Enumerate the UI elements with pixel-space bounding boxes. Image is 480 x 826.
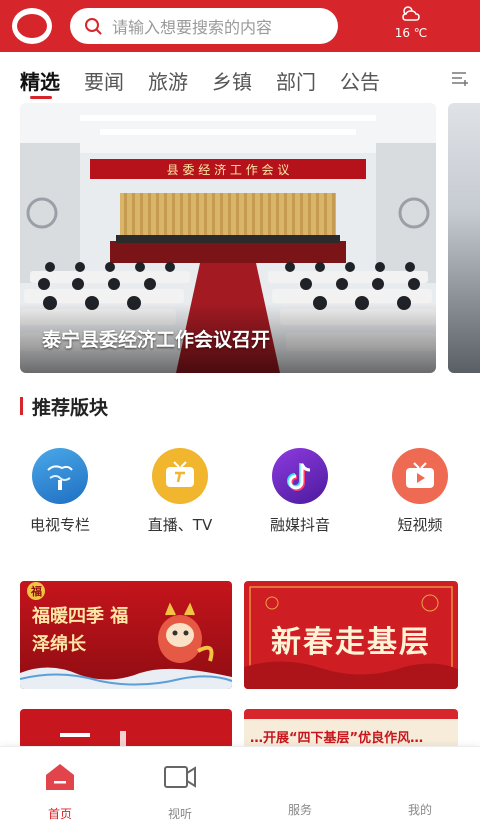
bottom-navigation: 首页 视听 服务 我的 bbox=[0, 746, 480, 826]
search-placeholder: 请输入想要搜索的内容 bbox=[112, 18, 273, 37]
headline-banner[interactable]: 县 委 经 济 工 作 会 议 泰宁县委经济工作会议召开 bbox=[20, 103, 436, 373]
weather-temperature: 16 ℃ bbox=[394, 26, 428, 40]
card2-title: 新春走基层 bbox=[271, 625, 431, 660]
nav-label: 首页 bbox=[47, 807, 72, 821]
short-video-icon bbox=[392, 448, 448, 504]
shortcut-tiktok[interactable]: 融媒抖音 bbox=[250, 448, 350, 535]
video-icon bbox=[164, 766, 196, 788]
card1-seal: 福 bbox=[31, 585, 42, 598]
tab-news[interactable]: 要闻 bbox=[84, 66, 124, 95]
banner-headline: 泰宁县委经济工作会议召开 bbox=[42, 329, 271, 351]
shortcut-label: 融媒抖音 bbox=[269, 516, 330, 534]
card4-title: …开展“四下基层”优良作风… bbox=[250, 731, 424, 746]
active-tab-indicator bbox=[30, 96, 52, 99]
channel-menu-icon[interactable] bbox=[450, 68, 470, 88]
promo-card-blessing[interactable]: 福 福暖四季 福泽绵长 bbox=[20, 581, 232, 689]
card3-art bbox=[20, 709, 232, 749]
tiktok-icon bbox=[272, 448, 328, 504]
live-tv-icon bbox=[152, 448, 208, 504]
shortcut-tv-column[interactable]: 电视专栏 bbox=[10, 448, 110, 535]
nav-label: 我的 bbox=[407, 803, 432, 817]
section-accent-bar bbox=[20, 397, 23, 415]
shortcut-label: 直播、TV bbox=[147, 516, 213, 534]
tab-towns[interactable]: 乡镇 bbox=[212, 66, 252, 95]
tab-tourism[interactable]: 旅游 bbox=[148, 66, 188, 95]
promo-card-new-year[interactable]: 新春走基层 bbox=[244, 581, 458, 689]
section-title: 推荐版块 bbox=[32, 397, 109, 419]
logo-mark bbox=[17, 14, 47, 38]
stage-banner-text: 县 委 经 济 工 作 会 议 bbox=[167, 162, 290, 177]
card1-title: 福暖四季 福泽绵长 bbox=[32, 606, 129, 655]
tab-featured[interactable]: 精选 bbox=[20, 66, 60, 95]
nav-label: 视听 bbox=[167, 807, 192, 821]
weather-widget[interactable]: 16 ℃ bbox=[388, 4, 434, 48]
nav-service[interactable]: 服务 bbox=[260, 761, 340, 818]
app-logo[interactable] bbox=[12, 8, 52, 44]
nav-label: 服务 bbox=[287, 803, 312, 817]
shortcut-label: 短视频 bbox=[397, 516, 443, 534]
top-header: 请输入想要搜索的内容 16 ℃ bbox=[0, 0, 480, 52]
weather-cloudy-icon bbox=[402, 6, 420, 21]
shortcut-label: 电视专栏 bbox=[29, 516, 90, 534]
nav-video[interactable]: 视听 bbox=[140, 761, 220, 822]
tab-announcements[interactable]: 公告 bbox=[340, 66, 380, 95]
service-icon bbox=[282, 761, 318, 793]
category-tabs: 精选 要闻 旅游 乡镇 部门 公告 bbox=[0, 52, 480, 104]
shortcut-short-video[interactable]: 短视频 bbox=[370, 448, 470, 535]
promo-card-3[interactable] bbox=[20, 709, 232, 749]
tab-departments[interactable]: 部门 bbox=[276, 66, 316, 95]
nav-profile[interactable]: 我的 bbox=[380, 761, 460, 818]
shortcut-live-tv[interactable]: 直播、TV bbox=[130, 448, 230, 535]
recommended-shortcuts: 电视专栏 直播、TV 融媒抖音 短视频 bbox=[0, 448, 480, 538]
search-icon bbox=[85, 18, 102, 35]
next-banner-preview[interactable] bbox=[448, 103, 480, 373]
profile-icon bbox=[402, 761, 438, 793]
nav-home[interactable]: 首页 bbox=[20, 761, 100, 822]
home-icon bbox=[46, 764, 74, 790]
promo-card-4[interactable]: …开展“四下基层”优良作风… bbox=[244, 709, 458, 749]
tv-column-icon bbox=[32, 448, 88, 504]
search-bar[interactable]: 请输入想要搜索的内容 bbox=[70, 8, 338, 44]
